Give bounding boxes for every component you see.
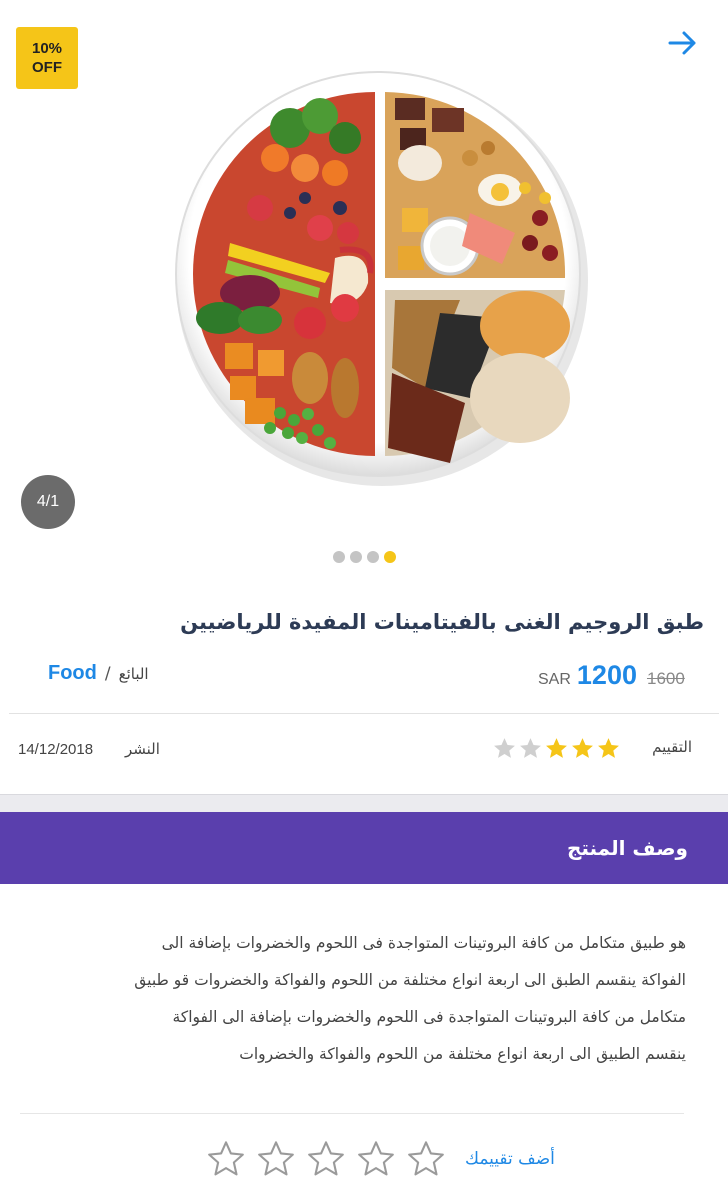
description-line: متكامل من كافة البروتينات المتواجدة فى ا… — [172, 1008, 687, 1026]
star-icon — [520, 738, 541, 758]
seller-name-link[interactable]: Food — [48, 662, 97, 685]
add-rating-link[interactable]: أضف تقييمك — [465, 1149, 555, 1169]
star-outline-icon[interactable] — [305, 1138, 347, 1180]
publish-date-label: النشر — [125, 740, 160, 758]
star-outline-icon[interactable] — [205, 1138, 247, 1180]
star-icon — [546, 738, 567, 758]
product-image — [170, 68, 590, 488]
pagination-dot[interactable] — [366, 551, 379, 563]
old-price: 1600 — [646, 669, 685, 688]
product-description: هو طبيق متكامل من كافة البروتينات المتوا… — [26, 925, 686, 1073]
description-header: وصف المنتج — [0, 812, 728, 884]
current-price: 1200 — [576, 660, 637, 690]
pagination-dot[interactable] — [332, 551, 345, 563]
seller-info: Food / البائع — [48, 662, 149, 685]
rate-stars — [205, 1138, 447, 1180]
pagination-dot-active[interactable] — [383, 551, 396, 563]
back-arrow-icon[interactable] — [666, 26, 700, 60]
star-icon — [598, 738, 619, 758]
star-icon — [572, 738, 593, 758]
description-title: وصف المنتج — [566, 836, 688, 860]
divider — [20, 1113, 684, 1114]
star-outline-icon[interactable] — [405, 1138, 447, 1180]
image-counter: 4/1 — [21, 475, 75, 529]
discount-off-label: OFF — [32, 59, 62, 76]
currency-label: SAR — [538, 671, 571, 688]
description-line: هو طبيق متكامل من كافة البروتينات المتوا… — [161, 934, 686, 952]
price-row: SAR 1200 1600 — [538, 660, 685, 694]
rating-stars — [492, 736, 621, 761]
product-title: طبق الروجيم الغنى بالفيتامينات المفيدة ل… — [180, 610, 704, 634]
description-line: الفواكة ينقسم الطبق الى اربعة انواع مختل… — [134, 971, 686, 989]
pagination-dots — [0, 551, 728, 563]
divider — [9, 713, 719, 714]
pagination-dot[interactable] — [349, 551, 362, 563]
description-line: ينقسم الطبيق الى اربعة انواع مختلفة من ا… — [239, 1045, 686, 1063]
rating-label: التقييم — [652, 738, 692, 756]
seller-label: البائع — [118, 664, 149, 683]
star-icon — [494, 738, 515, 758]
publish-date: 14/12/2018 — [18, 741, 94, 758]
star-outline-icon[interactable] — [355, 1138, 397, 1180]
section-separator — [0, 794, 728, 813]
star-outline-icon[interactable] — [255, 1138, 297, 1180]
discount-badge: 10% OFF — [16, 27, 78, 89]
discount-percent: 10% — [31, 40, 63, 57]
seller-separator: / — [104, 663, 111, 684]
